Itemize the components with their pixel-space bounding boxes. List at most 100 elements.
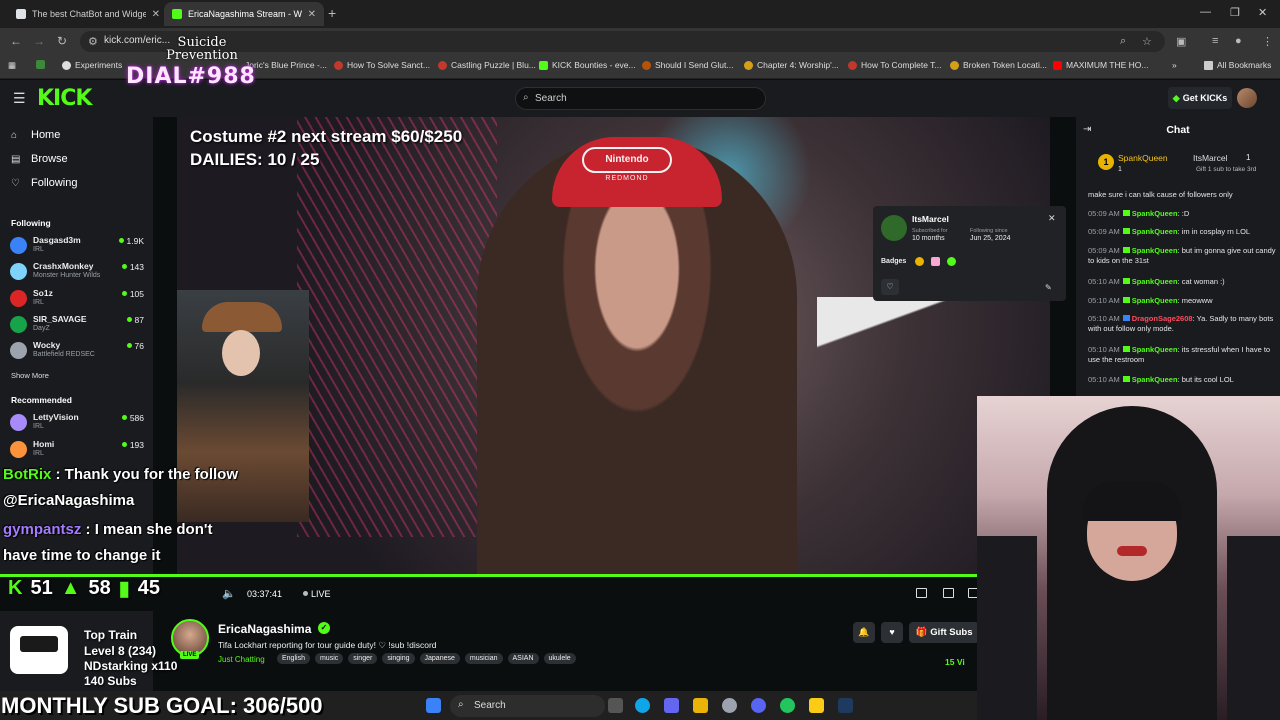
verified-icon: ✓ xyxy=(318,622,330,634)
hamburger-menu-icon[interactable]: ☰ xyxy=(13,90,26,107)
close-icon[interactable]: ✕ xyxy=(1048,213,1056,224)
second-name[interactable]: ItsMarcel xyxy=(1193,153,1227,163)
minimize-icon[interactable]: — xyxy=(1200,6,1211,18)
tag[interactable]: ukulele xyxy=(543,653,576,664)
sidebar-item-browse[interactable]: ▤ Browse xyxy=(11,153,68,165)
bookmark-item[interactable]: KICK Bounties - eve... xyxy=(539,60,636,70)
bookmark-item[interactable]: Chapter 4: Worship'... xyxy=(744,60,839,70)
steam-icon[interactable] xyxy=(838,698,853,713)
all-bookmarks[interactable]: All Bookmarks xyxy=(1204,60,1271,70)
bookmark-item[interactable]: Castling Puzzle | Blu... xyxy=(438,60,536,70)
channel-item[interactable]: SIR_SAVAGE DayZ 87 xyxy=(10,314,148,340)
bars-count: 45 xyxy=(137,577,161,599)
kick-logo[interactable]: KICK xyxy=(37,86,92,111)
live-indicator[interactable]: LIVE xyxy=(303,589,331,599)
sidebar-item-following[interactable]: ♡ Following xyxy=(11,177,77,189)
channel-item[interactable]: So1z IRL 105 xyxy=(10,288,148,314)
taskbar-search[interactable]: ⌕ Search xyxy=(450,695,605,717)
channel-item[interactable]: Dasgasd3m IRL 1.9K xyxy=(10,235,148,261)
gift-leaderboard: 1 SpankQueen 1 ItsMarcel 1 Gift 1 sub to… xyxy=(1076,147,1280,181)
back-icon[interactable]: ← xyxy=(10,34,22,48)
settings-icon[interactable] xyxy=(722,698,737,713)
profile-icon[interactable]: ● xyxy=(1235,35,1242,47)
file-explorer-icon[interactable] xyxy=(693,698,708,713)
bookmark-item[interactable]: Joric's Blue Prince -... xyxy=(245,60,327,70)
chrome-icon[interactable] xyxy=(780,698,795,713)
tag[interactable]: singer xyxy=(348,653,378,664)
follow-heart-button[interactable]: ♥ xyxy=(881,622,903,643)
edge-icon[interactable] xyxy=(635,698,650,713)
theater-mode-icon[interactable] xyxy=(916,588,927,598)
bookmark-icon[interactable] xyxy=(36,60,49,69)
channel-item[interactable]: Wocky Battlefield REDSEC 76 xyxy=(10,340,148,366)
search-input[interactable]: ⌕ Search xyxy=(515,87,766,110)
following-value: Jun 25, 2024 xyxy=(970,235,1011,242)
browser-tab-active[interactable]: EricaNagashima Stream - W ✕ xyxy=(164,2,324,26)
url-field[interactable]: ⚙ kick.com/eric... ⌕ ☆ xyxy=(80,31,1165,52)
following-heading: Following xyxy=(11,218,51,228)
reload-icon[interactable]: ↻ xyxy=(57,34,67,48)
cat-mask xyxy=(1082,481,1182,521)
apps-icon[interactable]: ▦ xyxy=(8,60,16,71)
show-more-link[interactable]: Show More xyxy=(11,371,49,380)
stream-category[interactable]: Just Chatting xyxy=(218,655,265,664)
browse-icon: ▤ xyxy=(11,153,21,165)
tag[interactable]: musician xyxy=(464,653,503,664)
tab-title: EricaNagashima Stream - W xyxy=(188,9,302,19)
user-card-name[interactable]: ItsMarcel xyxy=(912,214,949,224)
follow-alert-mention: @EricaNagashima xyxy=(3,492,135,509)
site-info-icon[interactable]: ⚙ xyxy=(88,35,98,48)
zoom-icon[interactable]: ⌕ xyxy=(1120,35,1126,48)
bookmark-item[interactable]: MAXIMUM THE HO... xyxy=(1053,60,1149,70)
chat-message: 05:10 AM SpankQueen: but its cool LOL xyxy=(1088,375,1234,384)
streamer-name[interactable]: EricaNagashima xyxy=(218,622,311,636)
sidebar-item-home[interactable]: ⌂ Home xyxy=(11,129,60,141)
bookmark-item[interactable]: Should I Send Glut... xyxy=(642,60,733,70)
tag[interactable]: music xyxy=(314,653,344,664)
copilot-icon[interactable] xyxy=(664,698,679,713)
bookmark-item[interactable]: How To Complete T... xyxy=(848,60,941,70)
user-card-popup: ItsMarcel Subscribed for 10 months Follo… xyxy=(873,206,1066,301)
chat-message: make sure i can talk cause of followers … xyxy=(1088,190,1233,199)
overlay-logo-text: Suicide Prevention xyxy=(166,35,238,63)
extensions-icon[interactable]: ▣ xyxy=(1176,35,1186,48)
tag[interactable]: Japanese xyxy=(419,653,460,664)
close-tab-icon[interactable]: ✕ xyxy=(308,9,316,20)
menu-icon[interactable]: ⋮ xyxy=(1262,35,1273,48)
more-bookmarks-icon[interactable]: » xyxy=(1172,60,1177,70)
tag[interactable]: ASIAN xyxy=(507,653,539,664)
new-tab-icon[interactable]: + xyxy=(328,5,336,21)
notification-bell-button[interactable]: 🔔 xyxy=(853,622,875,643)
channel-item[interactable]: Homi IRL 193 xyxy=(10,439,148,465)
restore-icon[interactable]: ❐ xyxy=(1230,6,1240,19)
gift-subs-button[interactable]: 🎁 Gift Subs xyxy=(909,622,979,643)
window-close-icon[interactable]: ✕ xyxy=(1258,6,1267,19)
follow-heart-button[interactable]: ♡ xyxy=(881,279,899,295)
bookmark-star-icon[interactable]: ☆ xyxy=(1142,35,1152,48)
channel-item[interactable]: LettyVision IRL 586 xyxy=(10,412,148,438)
bookmark-item[interactable]: Broken Token Locati... xyxy=(950,60,1047,70)
volume-icon[interactable]: 🔈 xyxy=(222,587,236,600)
get-kicks-button[interactable]: ◆ Get KICKs xyxy=(1168,87,1232,109)
media-icon[interactable]: ≡ xyxy=(1212,35,1218,47)
channel-item[interactable]: CrashxMonkey Monster Hunter Wilds 143 xyxy=(10,261,148,287)
tag[interactable]: English xyxy=(277,653,310,664)
train-icon xyxy=(10,626,68,674)
bookmark-item[interactable]: Experiments xyxy=(62,60,122,70)
leader-name[interactable]: SpankQueen xyxy=(1118,153,1168,163)
sticky-notes-icon[interactable] xyxy=(809,698,824,713)
pip-icon[interactable] xyxy=(943,588,954,598)
browser-tab[interactable]: The best ChatBot and Widgets ✕ xyxy=(8,2,168,26)
cowboy-hat xyxy=(202,302,282,332)
discord-icon[interactable] xyxy=(751,698,766,713)
forward-icon[interactable]: → xyxy=(33,34,45,48)
cap-subtext: REDMOND xyxy=(605,175,649,182)
search-icon: ⌕ xyxy=(458,699,464,710)
bookmark-item[interactable]: How To Solve Sanct... xyxy=(334,60,430,70)
tag[interactable]: singing xyxy=(382,653,415,664)
mention-icon[interactable]: ✎ xyxy=(1045,283,1052,292)
task-view-icon[interactable] xyxy=(608,698,623,713)
close-tab-icon[interactable]: ✕ xyxy=(152,9,160,20)
avatar[interactable] xyxy=(1237,88,1257,108)
windows-start-icon[interactable] xyxy=(426,698,441,713)
